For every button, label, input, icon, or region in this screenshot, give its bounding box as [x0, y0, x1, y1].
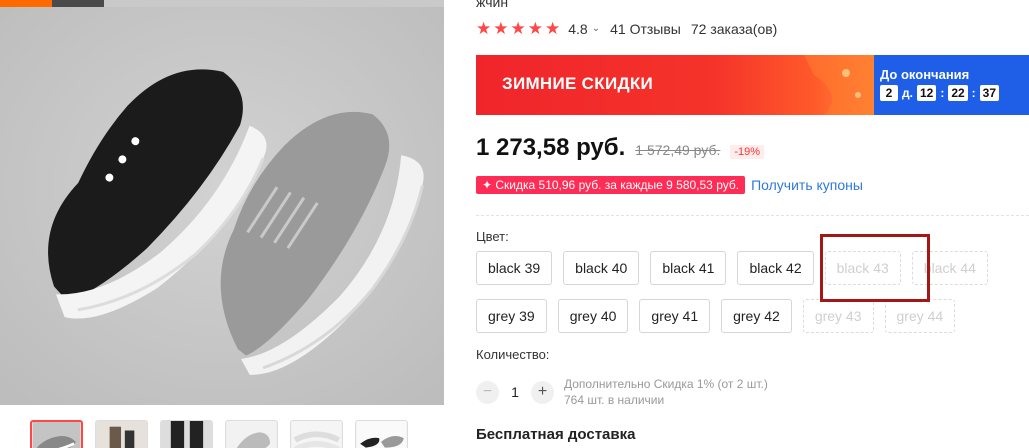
chevron-down-icon[interactable]: ⌄ [592, 23, 600, 34]
countdown-minutes: 22 [948, 85, 968, 101]
variant-black-43-unavailable[interactable]: black 43 [824, 251, 901, 285]
variant-grey-41[interactable]: grey 41 [639, 299, 711, 333]
thumbnail-2[interactable] [95, 420, 148, 448]
main-product-photo[interactable] [0, 0, 444, 405]
star-icon: ★ [493, 19, 509, 38]
star-icon: ★ [476, 19, 492, 38]
promo-title-block: ЗИМНИЕ СКИДКИ [476, 55, 874, 115]
get-coupons-link[interactable]: Получить купоны [751, 177, 863, 193]
variant-grey-44-unavailable[interactable]: grey 44 [884, 299, 956, 333]
variant-grey-43-unavailable[interactable]: grey 43 [802, 299, 874, 333]
variant-grey-40[interactable]: grey 40 [557, 299, 629, 333]
promo-decoration [804, 55, 874, 115]
countdown-seconds: 37 [979, 85, 1000, 101]
countdown-colon: : [940, 86, 945, 100]
variant-black-39[interactable]: black 39 [476, 251, 553, 285]
countdown-days-unit: д. [902, 86, 913, 100]
quantity-info: Дополнительно Скидка 1% (от 2 шт.) 764 ш… [564, 376, 768, 408]
star-icon: ★ [510, 19, 526, 38]
variant-grey-39[interactable]: grey 39 [476, 299, 547, 333]
thumbnail-6[interactable] [355, 420, 408, 448]
promo-title: ЗИМНИЕ СКИДКИ [502, 74, 654, 93]
color-variant-selector: black 39 black 40 black 41 black 42 blac… [476, 251, 1029, 347]
rating-value[interactable]: 4.8 [568, 21, 587, 37]
current-price: 1 273,58 руб. [476, 134, 626, 161]
plus-icon[interactable]: + [531, 380, 554, 404]
coupon-row: ✦ Скидка 510,96 руб. за каждые 9 580,53 … [476, 176, 863, 194]
orders-count: 72 заказа(ов) [690, 20, 778, 37]
coupon-badge[interactable]: ✦ Скидка 510,96 руб. за каждые 9 580,53 … [476, 176, 746, 194]
countdown-colon: : [971, 86, 976, 100]
minus-icon[interactable]: − [476, 380, 499, 404]
star-icon: ★ [545, 19, 561, 38]
promo-banner[interactable]: ЗИМНИЕ СКИДКИ До окончания 2 д. 12 : 22 … [476, 55, 1029, 115]
sneakers-image [0, 7, 444, 405]
discount-badge: -19% [730, 145, 765, 159]
variant-black-42[interactable]: black 42 [737, 251, 814, 285]
countdown-block: До окончания 2 д. 12 : 22 : 37 [874, 55, 1029, 115]
variant-black-40[interactable]: black 40 [563, 251, 640, 285]
thumbnail-5[interactable] [290, 420, 343, 448]
variant-black-41[interactable]: black 41 [650, 251, 727, 285]
quantity-value[interactable]: 1 [499, 384, 531, 400]
thumbnail-4[interactable] [225, 420, 278, 448]
color-label: Цвет: [476, 229, 509, 244]
star-icon: ★ [527, 19, 543, 38]
countdown-days: 2 [880, 85, 898, 101]
extra-discount-note: Дополнительно Скидка 1% (от 2 шт.) [564, 377, 768, 391]
variant-grey-42[interactable]: grey 42 [721, 299, 792, 333]
rating-row: ★ ★ ★ ★ ★ 4.8 ⌄ 41 Отзывы 72 заказа(ов) [476, 20, 777, 37]
variant-black-44-unavailable[interactable]: black 44 [911, 251, 988, 285]
stock-count: 764 шт. в наличии [564, 393, 665, 407]
price-row: 1 273,58 руб. 1 572,49 руб. -19% [476, 134, 765, 162]
countdown-label: До окончания [880, 67, 970, 82]
shipping-title: Бесплатная доставка [476, 426, 636, 443]
countdown-timer: 2 д. 12 : 22 : 37 [880, 85, 1029, 101]
thumbnail-strip [30, 420, 408, 448]
product-info-panel: жчин ★ ★ ★ ★ ★ 4.8 ⌄ 41 Отзывы 72 заказа… [476, 0, 1029, 448]
product-title: жчин [476, 0, 509, 10]
thumbnail-1[interactable] [30, 420, 83, 448]
quantity-label: Количество: [476, 347, 550, 362]
countdown-hours: 12 [916, 85, 937, 101]
rating-stars: ★ ★ ★ ★ ★ [476, 20, 560, 37]
divider [476, 215, 1029, 216]
reviews-link[interactable]: 41 Отзывы [610, 21, 681, 37]
quantity-stepper: − 1 + Дополнительно Скидка 1% (от 2 шт.)… [476, 376, 768, 408]
old-price: 1 572,49 руб. [635, 142, 721, 158]
thumbnail-3[interactable] [160, 420, 213, 448]
variant-row-black: black 39 black 40 black 41 black 42 blac… [476, 251, 1029, 285]
variant-row-grey: grey 39 grey 40 grey 41 grey 42 grey 43 … [476, 299, 1029, 333]
